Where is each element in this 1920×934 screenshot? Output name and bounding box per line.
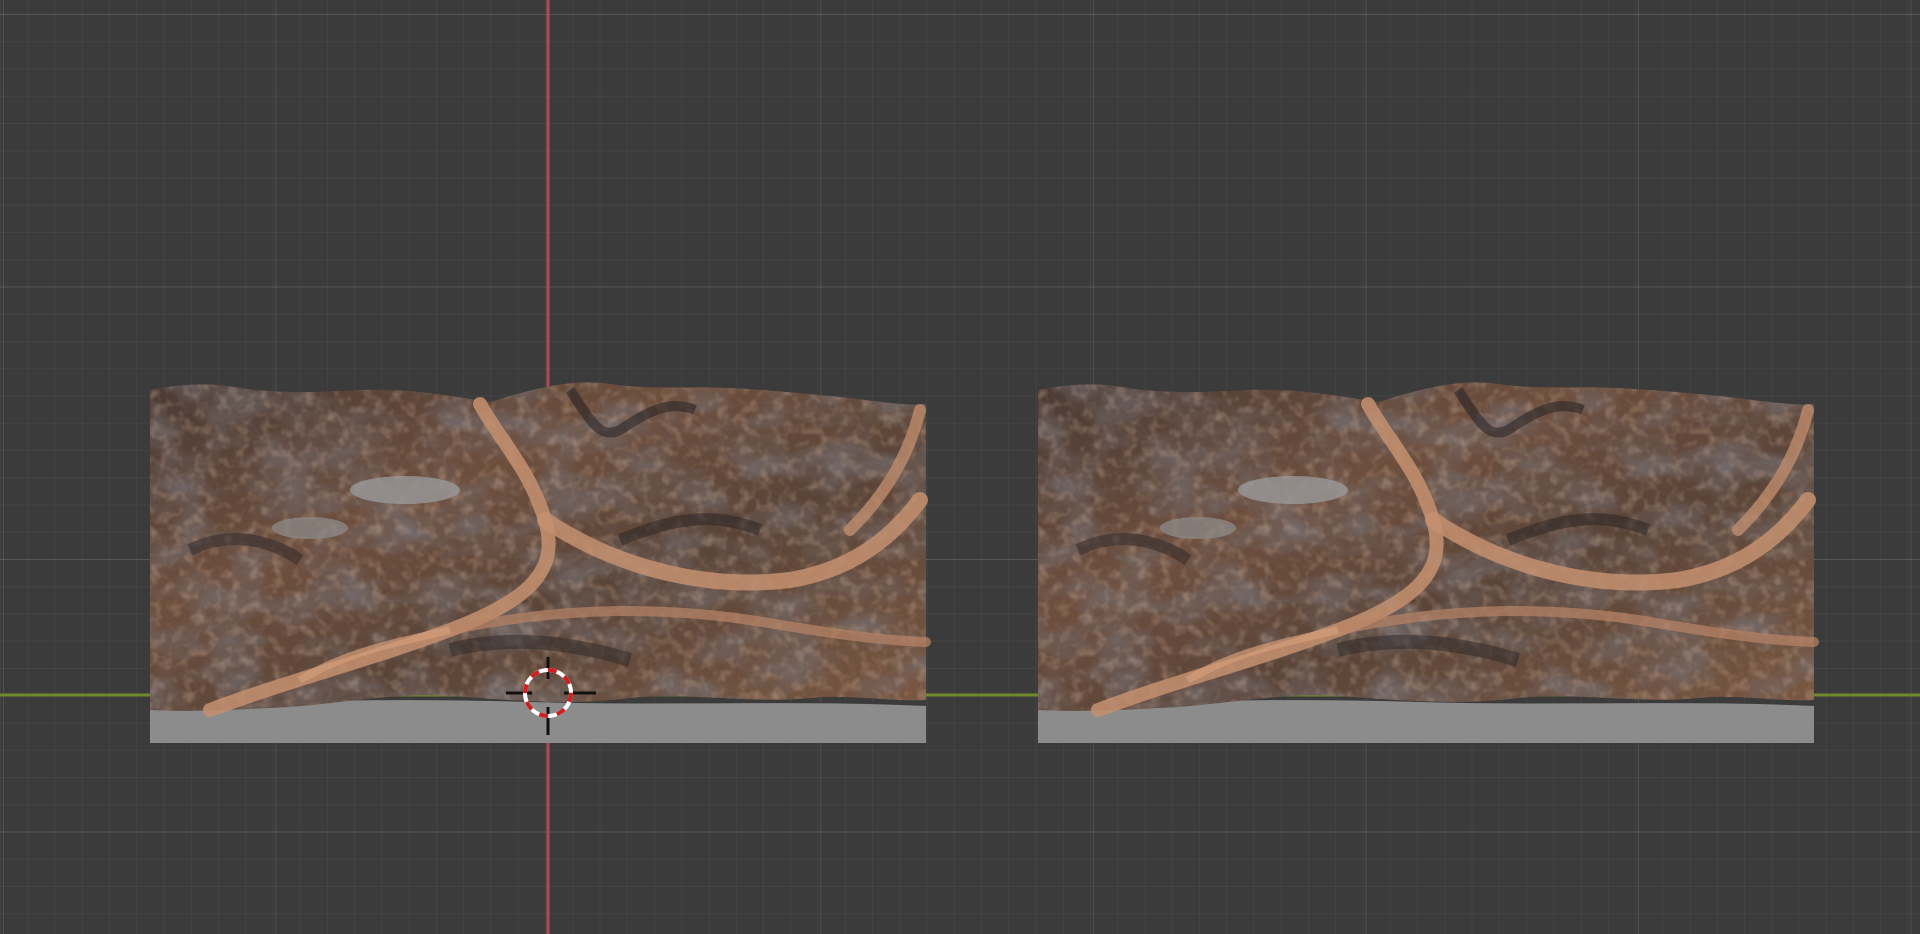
viewport[interactable] — [0, 0, 1920, 934]
scene-canvas[interactable] — [0, 0, 1920, 934]
terrain-mesh-left[interactable] — [150, 382, 926, 743]
terrain-mesh-right[interactable] — [1038, 382, 1814, 743]
